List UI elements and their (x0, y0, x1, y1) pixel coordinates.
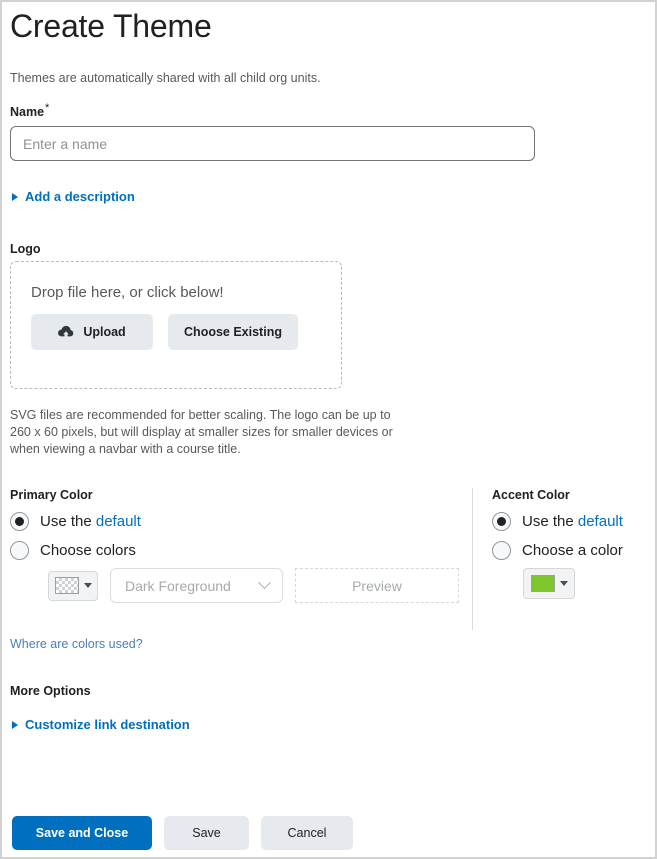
accent-use-default-prefix: Use the (522, 513, 578, 531)
name-field-label: Name* (10, 101, 647, 120)
cancel-button[interactable]: Cancel (261, 816, 353, 850)
upload-button[interactable]: Upload (31, 314, 153, 351)
dropzone-buttons: Upload Choose Existing (31, 314, 321, 351)
colors-section: Primary Color Use the default Choose col… (10, 488, 647, 631)
accent-color-swatch-button[interactable] (523, 568, 575, 600)
choose-existing-label: Choose Existing (184, 325, 282, 340)
accent-use-default-radio[interactable] (492, 512, 511, 532)
dropzone-text: Drop file here, or click below! (31, 284, 224, 302)
intro-text: Themes are automatically shared with all… (10, 71, 321, 85)
primary-default-link[interactable]: default (96, 513, 141, 530)
caret-down-icon (559, 581, 568, 587)
color-preview-box: Preview (295, 568, 459, 604)
colors-divider (472, 488, 473, 631)
primary-color-swatch-button[interactable] (48, 570, 98, 601)
accent-use-default-radio-row[interactable]: Use the default (492, 512, 623, 532)
accent-choose-color-radio-row[interactable]: Choose a color (492, 541, 623, 561)
name-label-text: Name (10, 105, 45, 120)
more-options-label: More Options (10, 684, 91, 699)
accent-color-label: Accent Color (492, 488, 570, 503)
primary-color-label: Primary Color (10, 488, 93, 503)
primary-use-default-radio-row[interactable]: Use the default (10, 512, 141, 532)
logo-help-text: SVG files are recommended for better sca… (10, 408, 393, 457)
primary-choose-colors-label: Choose colors (40, 542, 136, 560)
accent-choose-color-label: Choose a color (522, 542, 623, 560)
primary-color-column: Primary Color Use the default Choose col… (10, 488, 465, 604)
primary-choose-colors-radio[interactable] (10, 541, 29, 561)
choose-existing-button[interactable]: Choose Existing (168, 314, 298, 351)
save-and-close-button[interactable]: Save and Close (12, 816, 152, 850)
logo-label: Logo (10, 242, 41, 257)
accent-color-swatch (530, 575, 555, 593)
caret-down-icon (83, 583, 92, 589)
footer-actions: Save and Close Save Cancel (12, 816, 353, 850)
cloud-upload-icon (58, 326, 74, 337)
accent-swatch-wrapper (523, 568, 623, 600)
triangle-right-icon (12, 720, 18, 729)
add-description-label: Add a description (25, 189, 135, 205)
logo-dropzone[interactable]: Drop file here, or click below! Upload C… (10, 261, 342, 390)
primary-use-default-radio[interactable] (10, 512, 29, 532)
add-description-disclosure[interactable]: Add a description (10, 189, 135, 204)
triangle-right-icon (12, 192, 18, 201)
foreground-select-value: Dark Foreground (125, 577, 231, 594)
checkerboard-swatch-icon (54, 577, 79, 595)
create-theme-page: Create Theme Themes are automatically sh… (0, 0, 657, 859)
accent-use-default-label: Use the default (522, 512, 623, 531)
where-are-colors-used-link[interactable]: Where are colors used? (10, 637, 143, 651)
logo-section: Logo Drop file here, or click below! Upl… (10, 242, 647, 458)
customize-link-destination-disclosure[interactable]: Customize link destination (10, 717, 190, 732)
foreground-select[interactable]: Dark Foreground (110, 568, 283, 604)
color-preview-label: Preview (352, 577, 402, 594)
primary-color-controls: Dark Foreground Preview (48, 568, 465, 604)
chevron-down-icon (258, 576, 271, 590)
page-title: Create Theme (10, 8, 212, 44)
accent-default-link[interactable]: default (578, 513, 623, 530)
accent-color-column: Accent Color Use the default Choose a co… (465, 488, 623, 603)
primary-use-default-prefix: Use the (40, 513, 96, 531)
primary-use-default-label: Use the default (40, 512, 141, 531)
name-input[interactable] (10, 126, 535, 162)
primary-choose-colors-radio-row[interactable]: Choose colors (10, 541, 136, 561)
save-button[interactable]: Save (164, 816, 249, 850)
required-asterisk: * (45, 102, 50, 114)
accent-choose-color-radio[interactable] (492, 541, 511, 561)
upload-button-label: Upload (83, 325, 126, 340)
customize-link-destination-label: Customize link destination (25, 717, 190, 733)
